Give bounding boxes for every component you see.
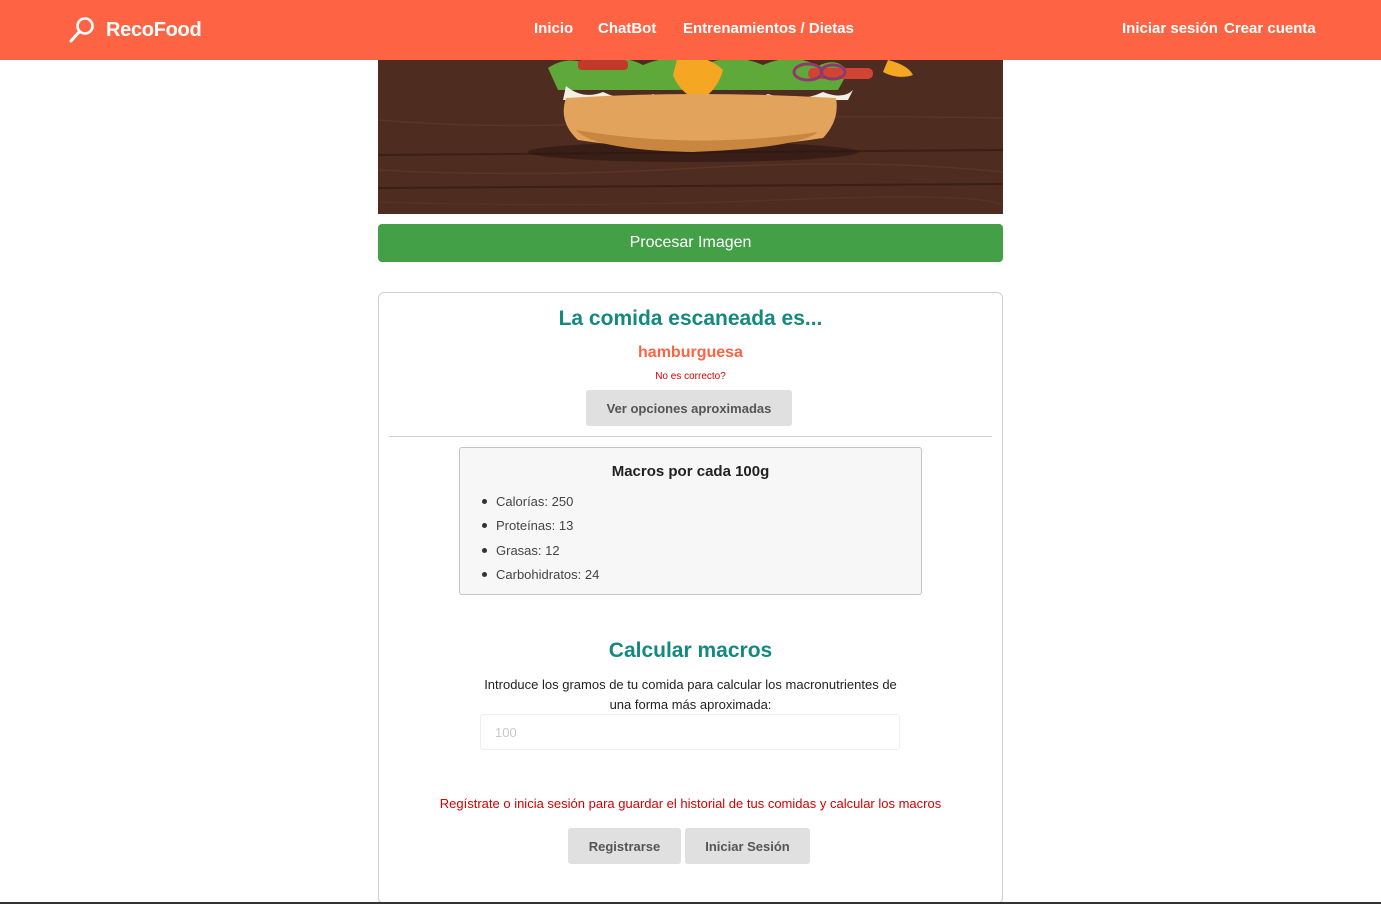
macro-carbs: Carbohidratos: 24 — [496, 567, 600, 583]
nav-link-login[interactable]: Iniciar sesión — [1122, 20, 1218, 37]
process-image-button[interactable]: Procesar Imagen — [378, 224, 1003, 262]
scan-result-title: La comida escaneada es... — [558, 307, 823, 330]
nav-link-signup[interactable]: Crear cuenta — [1224, 20, 1316, 37]
nav-link-entrenamientos-dietas[interactable]: Entrenamientos / Dietas — [683, 20, 854, 37]
brand-name: RecoFood — [106, 18, 202, 41]
bullet-icon — [482, 523, 487, 529]
list-item: Carbohidratos: 24 — [482, 563, 599, 588]
list-item: Calorías: 250 — [482, 489, 599, 514]
navbar: RecoFood Inicio ChatBot Entrenamientos /… — [0, 0, 1381, 60]
register-message: Regístrate o inicia sesión para guardar … — [439, 796, 942, 811]
list-item: Grasas: 12 — [482, 538, 599, 563]
list-item: Proteínas: 13 — [482, 514, 599, 539]
macros-list: Calorías: 250 Proteínas: 13 Grasas: 12 C… — [482, 489, 599, 587]
nav-link-chatbot[interactable]: ChatBot — [598, 20, 656, 37]
register-button[interactable]: Registrarse — [568, 828, 681, 864]
see-options-button[interactable]: Ver opciones aproximadas — [586, 390, 792, 426]
bullet-icon — [482, 547, 487, 553]
bullet-icon — [482, 572, 487, 578]
login-button[interactable]: Iniciar Sesión — [685, 828, 810, 864]
result-card: La comida escaneada es... hamburguesa No… — [378, 292, 1003, 904]
macro-calories: Calorías: 250 — [496, 493, 574, 509]
bullet-icon — [482, 498, 487, 504]
burger-photo — [378, 60, 1003, 214]
detected-food-name: hamburguesa — [638, 344, 743, 361]
macros-panel: Macros por cada 100g Calorías: 250 Prote… — [459, 447, 922, 595]
calculate-description: Introduce los gramos de tu comida para c… — [484, 677, 897, 712]
magnifier-icon — [68, 16, 96, 44]
not-correct-label: No es correcto? — [655, 371, 726, 382]
divider — [389, 436, 992, 437]
grams-input[interactable] — [480, 714, 900, 750]
calculate-macros-title: Calcular macros — [608, 639, 773, 662]
brand-logo[interactable]: RecoFood — [68, 14, 202, 46]
macros-title: Macros por cada 100g — [611, 463, 770, 480]
nav-link-inicio[interactable]: Inicio — [534, 20, 573, 37]
macro-proteins: Proteínas: 13 — [496, 518, 574, 534]
macro-fats: Grasas: 12 — [496, 542, 560, 558]
